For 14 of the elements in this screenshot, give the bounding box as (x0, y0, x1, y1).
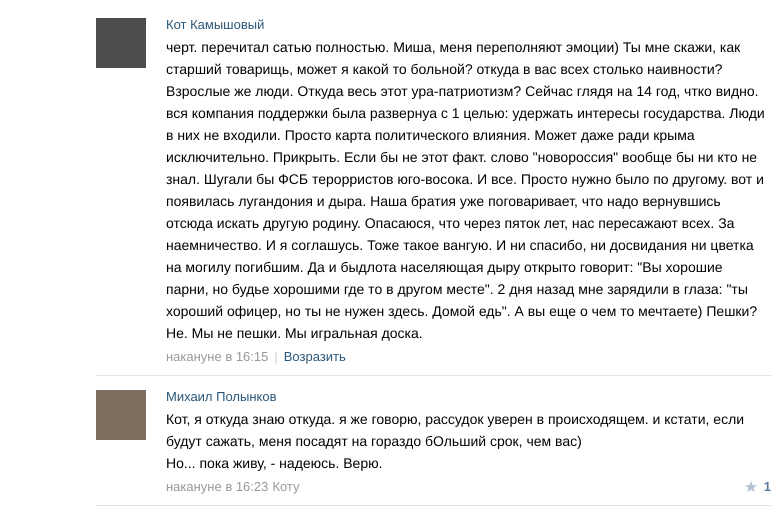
author-name[interactable]: Михаил Полынков (166, 388, 771, 406)
comment-text: черт. перечитал сатью полностью. Миша, меня переполняют эмоции) Ты мне скажи, как старший товарищь, может я какой то больной? откуда в вас всех столько наивности? Взрослые же люди. Откуда весь этот ура-патриотизм? Сейчас глядя на 14 год, чтко видно. вся компания поддержки была развернуа с 1 целью: удержать интересы государства. Люди в них не входили. Просто карта политического влияния. Может даже ради крыма исключительно. Прикрыть. Если бы не этот факт. слово "новороссия" вообще бы ни кто не знал. Шугали бы ФСБ терорристов юго-восока. И все. Просто нужно было по другому. вот и появилась лугандония и дыра. Наша братия уже поговаривает, что надо вернувшись отсюда искать другую родину. Опасаюся, что через пяток лет, нас пересажают всех. За наемничество. И я соглашусь. Тоже такое вангую. И ни спасибо, ни досвидания ни цветка на могилу погибшим. Да и быдлота населяющая дыру открыто говорит: "Вы хорошие парни, но будье хорошими где то в другом месте". 2 дня назад мне зарядили в глаза: "ты хороший офицер, но ты не нужен здесь. Домой едь". А вы еще о чем то мечтаете) Пешки? Не. Мы не пешки. Мы игральная доска. (166, 38, 766, 343)
object-link[interactable]: Возразить (284, 348, 346, 366)
comment-time[interactable]: накануне в 16:23 (166, 478, 268, 496)
comment-time[interactable]: накануне в 16:15 (166, 348, 268, 366)
reply-to-link[interactable]: Коту (272, 478, 300, 496)
comment-text: Но... пока живу, - надеюсь. Верю. (166, 454, 384, 473)
like-button[interactable]: 1 (744, 478, 771, 496)
avatar-photo-placeholder[interactable] (96, 18, 146, 68)
comment-text: Кот, я откуда знаю откуда. я же говорю, рассудок уверен в происходящем. и кстати, если будут сажать, меня посадят на гораздо бОльший срок, чем вас) (166, 410, 746, 451)
separator: | (274, 348, 278, 366)
star-icon (744, 480, 758, 494)
avatar-photo-placeholder[interactable] (96, 390, 146, 440)
author-name[interactable]: Кот Камышовый (166, 16, 771, 34)
